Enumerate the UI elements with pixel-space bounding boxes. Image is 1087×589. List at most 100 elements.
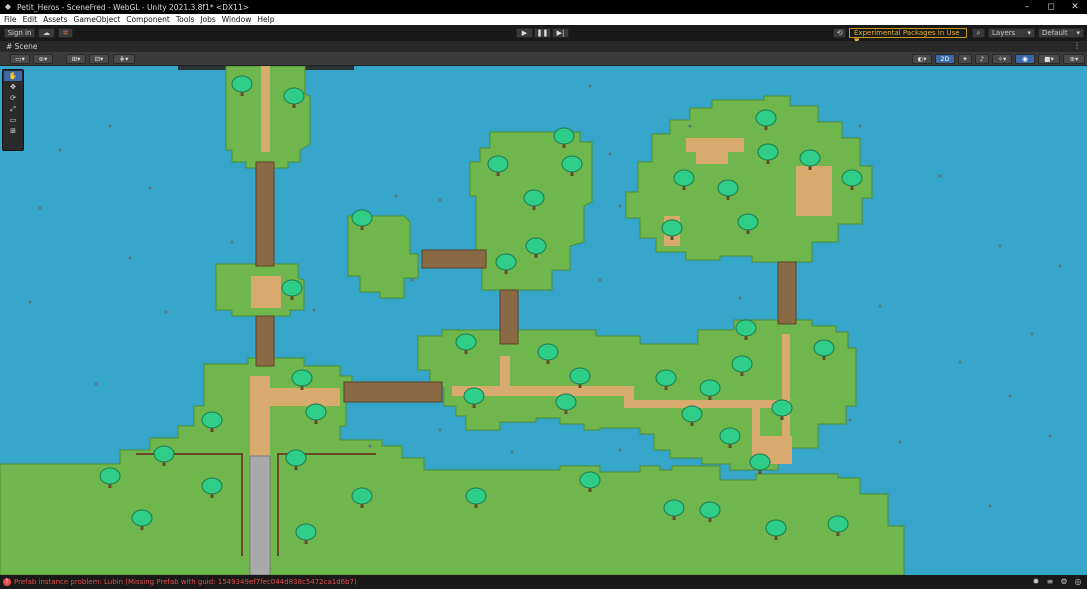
collab-icon[interactable]: ✲ [58,28,73,38]
audio-icon[interactable]: ♪ [975,54,989,64]
cloud-icon[interactable]: ☁ [38,28,55,38]
play-icon[interactable]: ▶ [516,28,533,38]
water-rock [38,206,42,210]
water-rock [618,204,622,208]
status-bar: ! Prefab instance problem: Lubin (Missin… [0,575,1087,589]
sign-in-button[interactable]: Sign in [4,28,35,38]
water-rock [998,244,1002,248]
bug-icon[interactable]: ✹ [1031,577,1041,587]
water-rock [988,504,992,508]
grid-snap-dropdown[interactable]: ⊞▾ [66,54,86,64]
water-rock [1008,394,1012,398]
unity-icon: ◆ [4,2,12,11]
water-rock [28,300,32,304]
tab-scene[interactable]: # Scene [6,42,38,51]
window-titlebar: ◆ Petit_Heros - SceneFred - WebGL - Unit… [0,0,1087,14]
water-rock [1058,264,1062,268]
lighting-icon[interactable]: ✦ [958,54,972,64]
menu-jobs[interactable]: Jobs [200,14,215,25]
water-rock [898,440,902,444]
transform-tool[interactable]: ⊞ [4,126,22,136]
step-icon[interactable]: ▶| [552,28,569,38]
close-button[interactable]: ✕ [1063,0,1087,14]
scene-tab-header: # Scene ⋮ [0,41,1087,52]
scene-toolbar: ▭▾ ⊛▾ ⊞▾ ⊟▾ ⋕▾ ◐▾ 2D ✦ ♪ ✧▾ ◉ ■▾ ⊕▾ [0,52,1087,66]
path-segment [261,66,270,152]
minimize-button[interactable]: – [1015,0,1039,14]
path-segment [796,166,832,216]
menu-help[interactable]: Help [257,14,274,25]
menu-gameobject[interactable]: GameObject [74,14,121,25]
water-rock [958,360,962,364]
water-rock [878,304,882,308]
water-rock [608,152,612,156]
menu-component[interactable]: Component [126,14,170,25]
bridge-vertical [255,315,275,367]
stone-road [249,455,271,575]
maximize-button[interactable]: ◻ [1039,0,1063,14]
menu-assets[interactable]: Assets [43,14,67,25]
water-rock [230,240,234,244]
history-icon[interactable]: ⟲ [833,28,846,38]
water-rock [410,278,414,282]
water-rock [94,382,98,386]
move-tool[interactable]: ✥ [4,82,22,92]
scene-canvas[interactable] [0,66,1087,575]
grid-visibility-dropdown[interactable]: ⋕▾ [113,54,135,64]
menu-edit[interactable]: Edit [23,14,38,25]
water-rock [588,84,592,88]
water-rock [438,198,442,202]
snap-increment-dropdown[interactable]: ⊟▾ [89,54,109,64]
bridge-vertical [777,261,797,325]
water-rock [510,450,514,454]
path-segment [782,334,790,436]
gizmos-dropdown[interactable]: ⊕▾ [1063,54,1085,64]
window-title: Petit_Heros - SceneFred - WebGL - Unity … [17,2,250,12]
pause-icon[interactable]: ❚❚ [534,28,551,38]
error-icon: ! [3,578,11,586]
water-rock [738,296,742,300]
play-controls: ▶ ❚❚ ▶| [516,28,570,38]
tool-handle-dropdown[interactable]: ▭▾ [10,54,30,64]
effects-dropdown[interactable]: ✧▾ [992,54,1012,64]
water-rock [598,278,602,282]
water-rock [618,448,622,452]
bridge-vertical [499,289,519,345]
kebab-menu-icon[interactable]: ⋮ [1073,41,1081,50]
search-icon[interactable]: ⌕ [972,28,985,38]
hand-tool[interactable]: ✋ [4,71,22,81]
check-icon[interactable]: ◎ [1073,577,1083,587]
scale-tool[interactable]: ⤢ [4,104,22,114]
water-rock [858,124,862,128]
mode-2d-toggle[interactable]: 2D [935,54,955,64]
rect-tool[interactable]: ▭ [4,115,22,125]
menu-file[interactable]: File [4,14,17,25]
rotate-tool[interactable]: ⟳ [4,93,22,103]
layers-dropdown[interactable]: Layers ▾ [988,28,1035,38]
layers-label: Layers [992,29,1016,37]
hidden-objects-toggle[interactable]: ◉ [1015,54,1035,64]
gear-icon[interactable]: ⚙ [1059,577,1069,587]
draw-mode-dropdown[interactable]: ◐▾ [912,54,932,64]
status-message[interactable]: Prefab instance problem: Lubin (Missing … [14,578,357,586]
layout-dropdown[interactable]: Default ▾ [1038,28,1084,38]
island-statue [347,215,419,299]
layers-icon[interactable]: ≡ [1045,577,1055,587]
path-segment [696,152,728,164]
status-icons: ✹ ≡ ⚙ ◎ [1027,577,1083,587]
window-controls: – ◻ ✕ [1015,0,1087,14]
scene-view[interactable] [0,66,1087,575]
water-rock [312,308,316,312]
experimental-packages-button[interactable]: Experimental Packages In Use ▼ [849,28,967,45]
tree [749,453,771,474]
menu-tools[interactable]: Tools [176,14,194,25]
pivot-dropdown[interactable]: ⊛▾ [33,54,53,64]
path-segment [752,400,760,460]
camera-dropdown[interactable]: ■▾ [1038,54,1060,64]
water-rock [148,186,152,190]
path-segment [262,388,340,406]
water-rock [938,174,942,178]
water-rock [1030,332,1034,336]
menu-window[interactable]: Window [222,14,252,25]
islands [0,66,905,575]
